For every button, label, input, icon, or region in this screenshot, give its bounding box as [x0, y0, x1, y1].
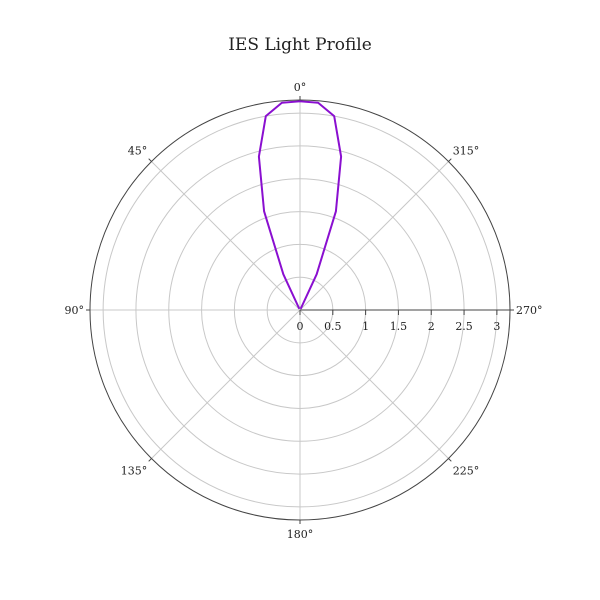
radial-tick-label-0: 0	[297, 320, 304, 333]
angular-gridline-1	[151, 161, 301, 311]
radial-tick-label-5: 2.5	[455, 320, 473, 333]
angular-tick-mark-3	[148, 458, 152, 462]
angular-tick-mark-1	[148, 158, 152, 162]
radial-tick-label-6: 3	[493, 320, 500, 333]
angular-tick-label-1: 45°	[128, 144, 148, 157]
angular-tick-label-6: 270°	[516, 304, 543, 317]
angular-tick-label-0: 0°	[294, 81, 307, 94]
angular-tick-label-2: 90°	[65, 304, 85, 317]
angular-tick-label-5: 225°	[453, 465, 480, 478]
angular-gridline-5	[299, 309, 449, 459]
chart-title: IES Light Profile	[228, 35, 372, 55]
angular-gridline-3	[151, 309, 301, 459]
polar-chart: IES Light Profile 0 0.5 1 1.5 2 2.5 3 0° 45° 90° 1…	[0, 0, 600, 600]
angular-tick-mark-5	[448, 458, 452, 462]
radial-tick-label-2: 1	[362, 320, 369, 333]
angular-tick-label-3: 135°	[121, 465, 148, 478]
radial-tick-label-1: 0.5	[324, 320, 342, 333]
angular-tick-label-4: 180°	[287, 528, 314, 541]
polar-chart-svg: IES Light Profile 0 0.5 1 1.5 2 2.5 3 0° 45° 90° 1…	[65, 35, 543, 541]
angular-tick-label-7: 315°	[453, 144, 480, 157]
angular-gridline-7	[299, 161, 449, 311]
radial-tick-label-3: 1.5	[390, 320, 408, 333]
radial-tick-label-4: 2	[428, 320, 435, 333]
angular-tick-mark-7	[448, 158, 452, 162]
